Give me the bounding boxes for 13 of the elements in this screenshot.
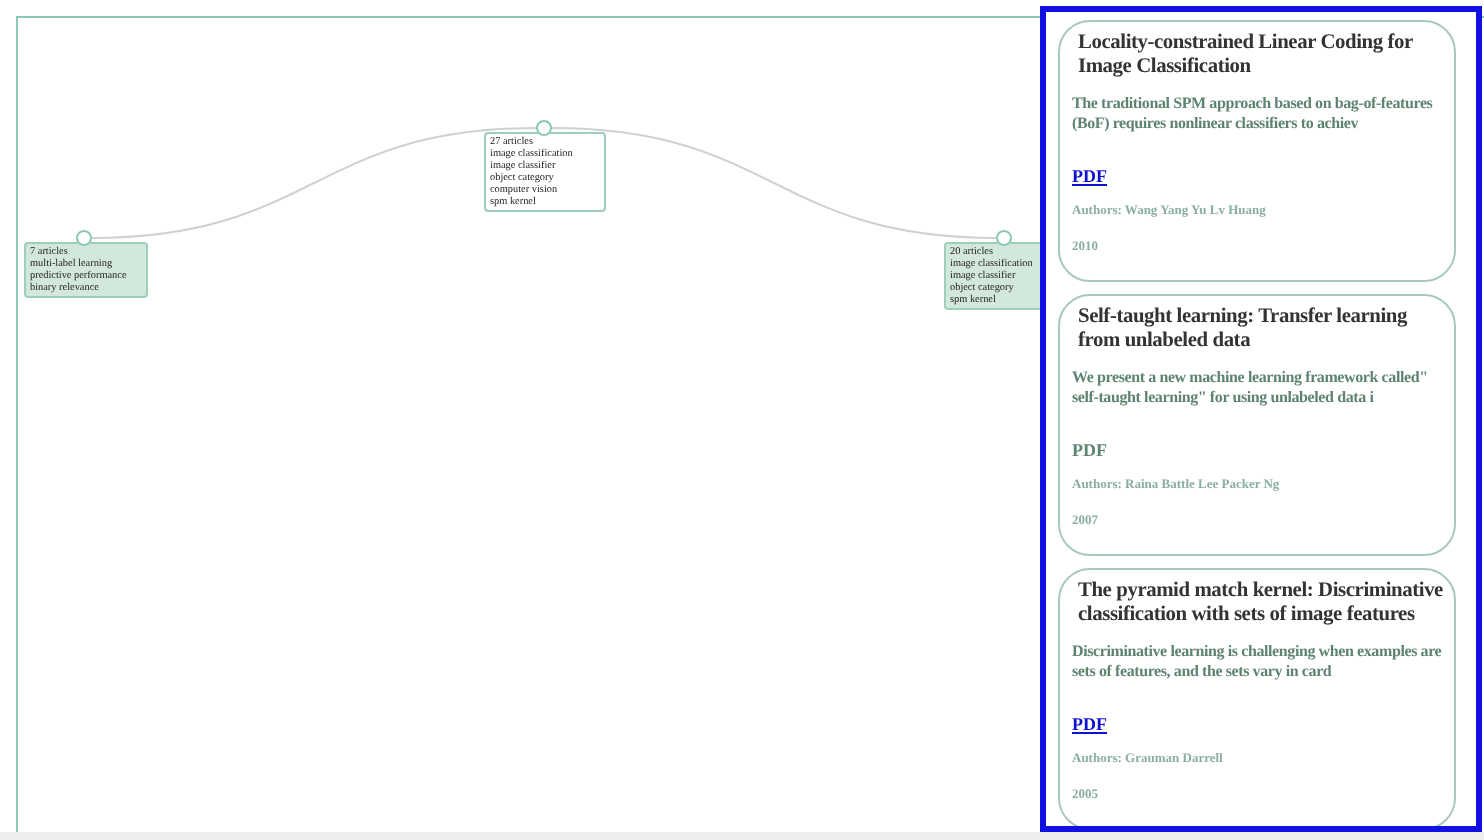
paper-title: Locality-constrained Linear Coding for Image Classification: [1078, 32, 1415, 80]
pdf-link[interactable]: PDF: [1072, 166, 1107, 186]
node-handle[interactable]: [76, 230, 92, 246]
pdf-label: PDF: [1072, 440, 1107, 460]
pdf-link[interactable]: PDF: [1072, 714, 1107, 734]
paper-title: The pyramid match kernel: Discriminative classification with sets of image features: [1078, 580, 1445, 628]
paper-abstract: The traditional SPM approach based on bag-of-features (BoF) requires nonlinear classifiers to achiev: [1072, 94, 1435, 132]
node-handle[interactable]: [996, 230, 1012, 246]
scrollbar[interactable]: [0, 832, 1484, 840]
paper-abstract: We present a new machine learning framework called" self-taught learning" for using unlabeled data i: [1072, 368, 1430, 406]
node-handle[interactable]: [536, 120, 552, 136]
paper-abstract: Discriminative learning is challenging when examples are sets of features, and the sets vary in card: [1072, 642, 1444, 680]
paper-title: Self-taught learning: Transfer learning from unlabeled data: [1078, 306, 1410, 354]
